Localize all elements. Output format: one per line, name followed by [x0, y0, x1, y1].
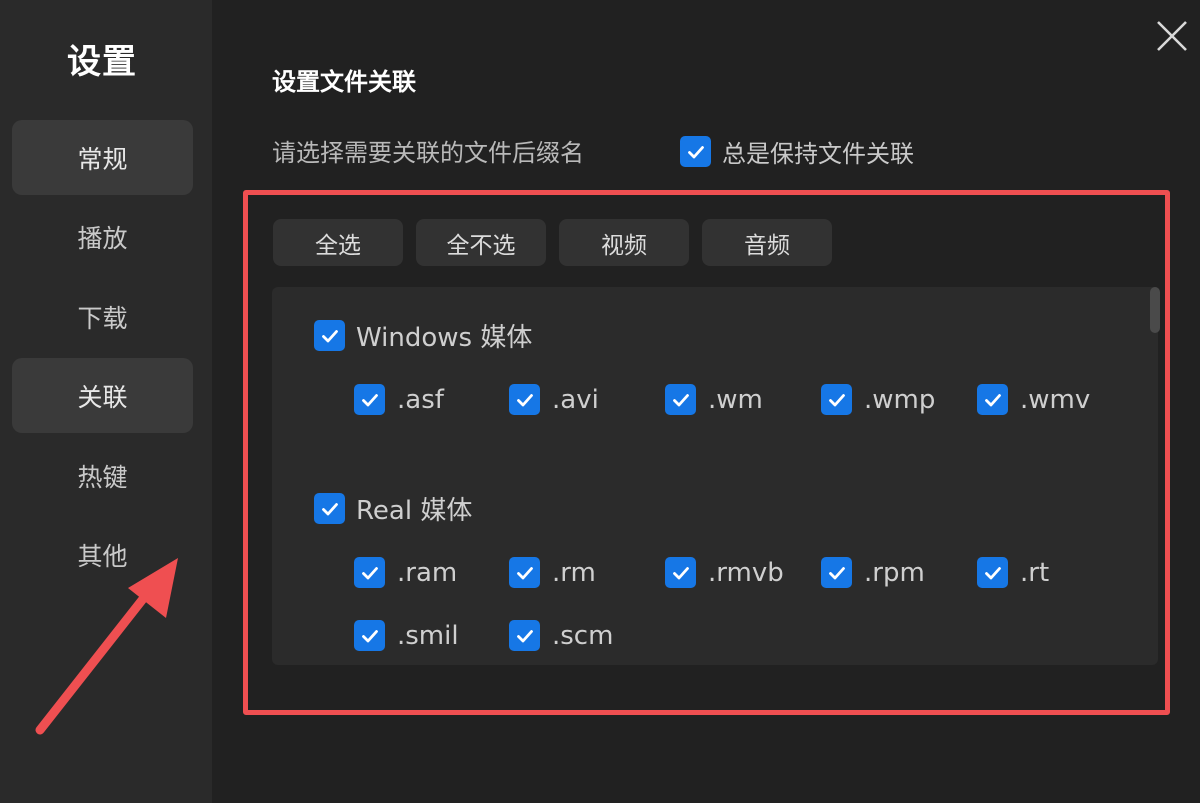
close-icon [1157, 21, 1187, 51]
sidebar-item-general[interactable]: 常规 [12, 120, 193, 195]
sidebar-item-label: 播放 [77, 223, 128, 253]
red-arrow-annotation [35, 558, 178, 735]
page-title: 设置文件关联 [272, 68, 416, 96]
sidebar-item-hotkeys[interactable]: 热键 [12, 438, 193, 513]
sidebar-item-label: 热键 [77, 462, 128, 492]
sidebar-item-playback[interactable]: 播放 [12, 199, 193, 274]
sidebar-item-download[interactable]: 下载 [12, 279, 193, 354]
checkmark-icon [680, 136, 711, 167]
sidebar-item-label: 下载 [77, 303, 128, 333]
keep-association-label: 总是保持文件关联 [722, 140, 914, 168]
keep-association-checkbox[interactable]: 总是保持文件关联 [680, 134, 914, 169]
sidebar-item-label: 常规 [77, 144, 128, 174]
extension-prompt: 请选择需要关联的文件后缀名 [272, 139, 584, 167]
sidebar-title: 设置 [67, 42, 137, 82]
highlight-box-annotation [243, 190, 1170, 715]
sidebar-item-label: 关联 [77, 382, 128, 412]
close-button[interactable] [1150, 14, 1194, 58]
sidebar-item-association[interactable]: 关联 [12, 358, 193, 433]
